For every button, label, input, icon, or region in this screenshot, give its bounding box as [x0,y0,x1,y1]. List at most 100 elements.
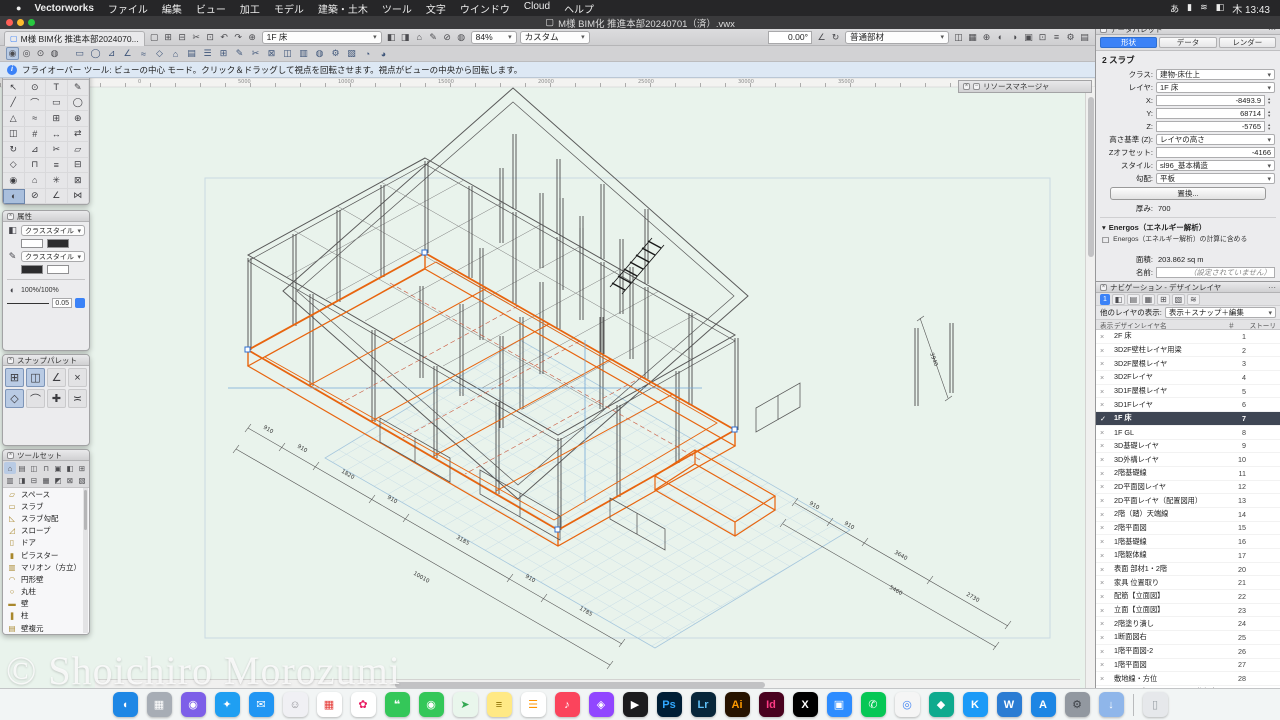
layer-visibility-toggle[interactable]: × [1100,660,1114,669]
toolbar-icon[interactable]: ↶ [218,31,231,44]
navigation-mode-icon[interactable]: ⊞ [1157,294,1170,305]
dock-app-icon[interactable]: K [963,692,988,717]
toolset-item[interactable]: ❚ 柱 [3,610,89,622]
layer-visibility-toggle[interactable]: × [1100,482,1114,491]
toolset-category-icon[interactable]: ⊠ [64,474,76,486]
layer-row[interactable]: × 1F GL 8 [1096,426,1280,440]
app-menu[interactable]: Vectorworks [27,3,100,14]
fill-color-swatch[interactable] [21,239,43,248]
layer-visibility-toggle[interactable]: × [1100,674,1114,683]
tab-render[interactable]: レンダー [1219,37,1276,48]
mode-bar-icon[interactable]: ⊠ [265,47,278,60]
tool-icon[interactable]: ⌂ [25,173,47,189]
tool-icon[interactable]: ⊘ [25,189,47,205]
slope-dropdown[interactable]: 平板▾ [1156,173,1275,184]
snap-toggle-icon[interactable]: ∠ [47,368,66,387]
line-weight-button[interactable] [75,298,85,308]
toolbar-icon[interactable]: ▤ [1078,31,1091,44]
mode-bar-icon[interactable]: ◇ [153,47,166,60]
toolbar-icon[interactable]: ⌂ [413,31,426,44]
layer-visibility-toggle[interactable]: × [1100,537,1114,546]
minimize-window-button[interactable] [17,19,24,26]
dock-app-icon[interactable]: ⚙ [1065,692,1090,717]
dock-app-icon[interactable]: ◎ [895,692,920,717]
x-coordinate-field[interactable]: -8493.9 [1156,95,1265,106]
tool-icon[interactable]: ≡ [46,158,68,174]
energos-checkbox[interactable]: ☐ [1102,236,1109,245]
tool-icon[interactable]: ⋈ [68,189,90,205]
line-weight-value[interactable]: 0.05 [52,298,72,308]
slab-style-dropdown[interactable]: sl96_基本構造▾ [1156,160,1275,171]
tool-icon[interactable]: ◉ [3,173,25,189]
toolset-item[interactable]: ▱ スペース [3,488,89,500]
height-reference-dropdown[interactable]: レイヤの高さ▾ [1156,134,1275,145]
layer-row[interactable]: × 3D1Fレイヤ 6 [1096,398,1280,412]
tool-mode-button[interactable]: ◎ [20,47,33,60]
navigation-mode-icon[interactable]: ▦ [1142,294,1155,305]
status-icon[interactable]: ≋ [1200,2,1208,15]
tool-icon[interactable]: ◐ [3,189,25,205]
dock-app-icon[interactable]: X [793,692,818,717]
tool-icon[interactable]: ⊠ [68,173,90,189]
menu-item[interactable]: 編集 [155,1,189,16]
menu-item[interactable]: 加工 [233,1,267,16]
mode-bar-icon[interactable]: ⊞ [217,47,230,60]
close-icon[interactable]: × [7,357,14,364]
toolset-category-icon[interactable]: ▦ [40,474,52,486]
layer-row[interactable]: × 2階基礎線 11 [1096,467,1280,481]
toolbar-icon[interactable]: ▣ [1022,31,1035,44]
layer-visibility-toggle[interactable]: × [1100,346,1114,355]
toolbar-icon[interactable]: ✎ [427,31,440,44]
active-layer-dropdown[interactable]: 1F 床▾ [262,31,382,44]
layer-row[interactable]: × 3D2F屋根レイヤ 3 [1096,357,1280,371]
palette-header[interactable]: × 属性 [3,211,89,222]
toolbar-icon[interactable]: ◧ [385,31,398,44]
dock-app-icon[interactable]: W [997,692,1022,717]
dock-app-icon[interactable]: ❝ [385,692,410,717]
layer-visibility-toggle[interactable]: × [1100,510,1114,519]
toolbar-icon[interactable]: ∠ [815,31,828,44]
fill-color-swatch-2[interactable] [47,239,69,248]
toolset-item[interactable]: ▥ マリオン（方立） [3,561,89,573]
status-icon[interactable]: ▮ [1187,2,1192,15]
toolset-category-icon[interactable]: ▤ [16,462,28,474]
y-coordinate-field[interactable]: 68714 [1156,108,1265,119]
tool-icon[interactable]: ◇ [3,158,25,174]
layer-visibility-toggle[interactable]: ✓ [1100,414,1114,423]
dock-app-icon[interactable]: ◉ [419,692,444,717]
dock-app-icon[interactable]: ◉ [181,692,206,717]
dock-app-icon[interactable]: ◈ [589,692,614,717]
layer-row[interactable]: × 2階塗り潰し 24 [1096,617,1280,631]
tool-icon[interactable]: ⊓ [25,158,47,174]
tab-data[interactable]: データ [1159,37,1216,48]
layer-row[interactable]: × 敷地線・方位 28 [1096,672,1280,686]
toolbar-icon[interactable]: ◍ [455,31,468,44]
toolset-item[interactable]: ◠ 円形壁 [3,573,89,585]
tool-icon[interactable]: T [46,80,68,96]
dock-app-icon[interactable]: ◖ [113,692,138,717]
layer-row[interactable]: × 立面【立面図】 23 [1096,604,1280,618]
dock-app-icon[interactable]: ▦ [147,692,172,717]
layer-visibility-toggle[interactable]: × [1100,441,1114,450]
mode-bar-icon[interactable]: ☰ [201,47,214,60]
render-mode-dropdown[interactable]: 普通部材▾ [845,31,949,44]
mode-bar-icon[interactable]: ⚙ [329,47,342,60]
dock-app-icon[interactable]: ➤ [453,692,478,717]
toolbar-icon[interactable]: ◑ [1008,31,1021,44]
menu-item[interactable]: ツール [375,1,419,16]
menubar-clock[interactable]: 木 13:43 [1232,1,1270,16]
mode-bar-icon[interactable]: ≈ [137,47,150,60]
toolset-item[interactable]: ▯ ドア [3,537,89,549]
tool-icon[interactable]: ↔ [46,127,68,143]
layer-visibility-toggle[interactable]: × [1100,332,1114,341]
toolbar-icon[interactable]: ✂ [190,31,203,44]
toolset-category-icon[interactable]: ◫ [28,462,40,474]
layer-visibility-toggle[interactable]: × [1100,606,1114,615]
toolbar-icon[interactable]: ⊕ [980,31,993,44]
layer-visibility-toggle[interactable]: × [1100,455,1114,464]
dock-app-icon[interactable]: ↓ [1099,692,1124,717]
menu-item[interactable]: モデル [267,1,311,16]
snap-toggle-icon[interactable]: ◫ [26,368,45,387]
status-icon[interactable]: あ [1170,2,1179,15]
toolbar-icon[interactable]: ◨ [399,31,412,44]
